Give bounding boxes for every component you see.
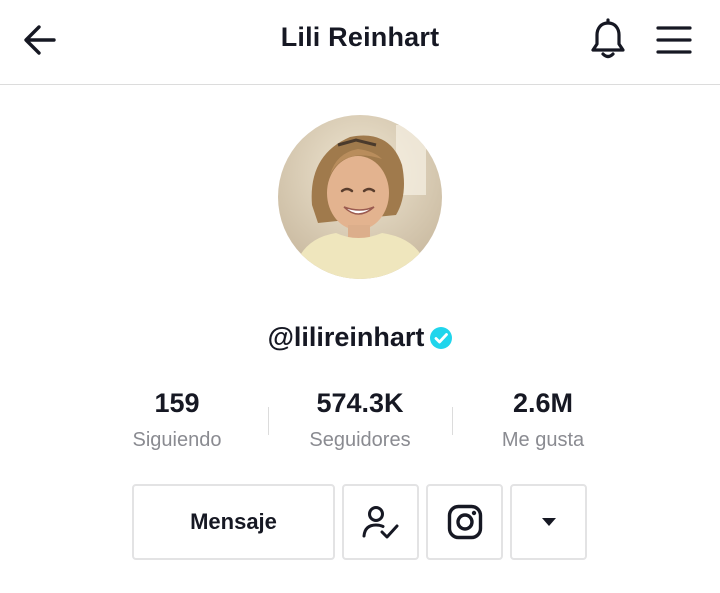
followers-count: 574.3K [316,388,404,418]
stat-likes[interactable]: 2.6M Me gusta [443,387,643,452]
username: @lilireinhart [267,322,425,352]
bell-icon [591,18,625,59]
likes-count: 2.6M [512,388,574,418]
menu-button[interactable] [654,22,694,58]
following-label: Siguiendo [132,429,222,451]
instagram-button[interactable] [426,484,503,560]
message-button[interactable]: Mensaje [132,484,335,560]
following-status-button[interactable] [342,484,419,560]
followers-label: Seguidores [309,429,411,451]
stat-following[interactable]: 159 Siguiendo [77,387,277,452]
likes-label: Me gusta [501,429,585,451]
hamburger-menu-icon [656,26,692,54]
notifications-button[interactable] [588,18,628,62]
caret-down-icon [541,518,556,526]
following-count: 159 [154,388,200,418]
top-bar: Lili Reinhart [0,0,720,85]
avatar [278,115,442,279]
more-options-button[interactable] [510,484,587,560]
instagram-icon [447,504,482,540]
username-row: @lilireinhart [0,322,720,353]
person-check-icon [362,506,398,539]
stat-followers[interactable]: 574.3K Seguidores [260,387,460,452]
verified-badge-icon [430,327,453,349]
